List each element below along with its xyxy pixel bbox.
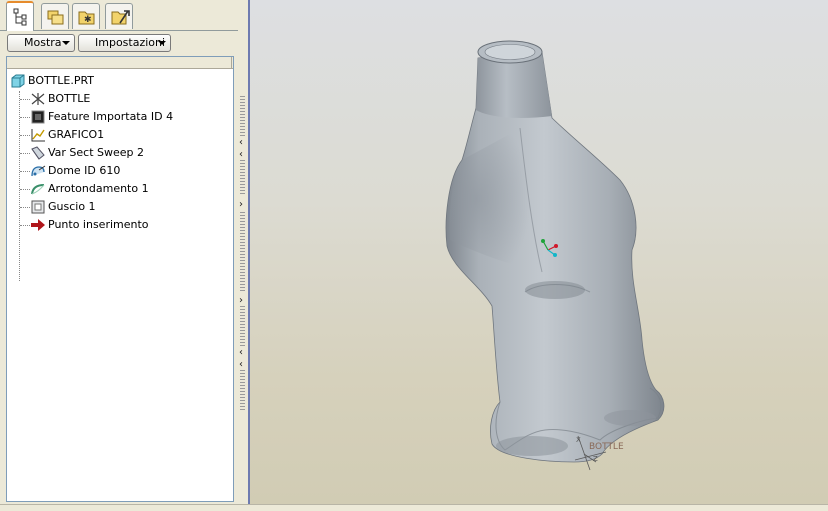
chevron-down-icon xyxy=(62,41,70,45)
tab-folder-browser[interactable] xyxy=(41,3,69,29)
graphics-viewport[interactable]: X Z BOTTLE xyxy=(250,0,828,504)
tree-item-label: Feature Importata ID 4 xyxy=(48,110,174,123)
splitter-grip xyxy=(240,96,245,136)
tree-item-label: BOTTLE xyxy=(48,92,91,105)
folder-browser-icon xyxy=(47,10,64,25)
tree-root-label: BOTTLE.PRT xyxy=(28,74,95,87)
collapse-left-icon[interactable]: ‹ xyxy=(239,360,243,370)
collapse-left-icon[interactable]: ‹ xyxy=(239,138,243,148)
tree-connector xyxy=(19,91,20,281)
csys-label: BOTTLE xyxy=(589,442,624,452)
bottle-body[interactable] xyxy=(445,51,665,463)
chevron-down-icon xyxy=(158,41,166,45)
insert-here-arrow-icon xyxy=(31,219,45,231)
splitter-grip xyxy=(240,306,245,346)
tab-favorites[interactable]: ✱ xyxy=(72,3,100,29)
connections-icon xyxy=(111,10,130,25)
coordinate-system-icon xyxy=(31,93,45,105)
part-icon xyxy=(11,74,25,88)
navigator-panel: ✱ Mostra Impostazioni BOTTLE.PRT BOTTLE … xyxy=(0,0,238,510)
splitter-grip xyxy=(240,212,245,292)
collapse-left-icon[interactable]: ‹ xyxy=(239,348,243,358)
graph-icon xyxy=(31,129,45,142)
splitter-grip xyxy=(240,370,245,410)
collapse-left-icon[interactable]: ‹ xyxy=(239,150,243,160)
show-menu-button[interactable]: Mostra xyxy=(7,34,75,52)
tree-column-header xyxy=(7,57,233,69)
tab-connections[interactable] xyxy=(105,3,133,29)
model-tree-icon xyxy=(13,8,27,26)
navigator-tabbar: ✱ xyxy=(0,0,238,31)
dome-icon xyxy=(31,165,46,177)
tree-item-label: Var Sect Sweep 2 xyxy=(48,146,145,159)
model-tree: BOTTLE.PRT BOTTLE Feature Importata ID 4 xyxy=(6,56,234,502)
settings-menu-label: Impostazioni xyxy=(95,36,166,49)
splitter-grip xyxy=(240,160,245,196)
tree-item-label: Punto inserimento xyxy=(48,218,149,231)
imported-feature-icon xyxy=(31,110,45,124)
svg-text:Z: Z xyxy=(593,455,598,463)
favorites-folder-icon: ✱ xyxy=(78,11,95,25)
sweep-icon xyxy=(31,146,45,160)
shell-icon xyxy=(31,200,45,214)
bottle-model[interactable]: X Z BOTTLE xyxy=(250,0,828,504)
tree-item-label: GRAFICO1 xyxy=(48,128,105,141)
expand-right-icon[interactable]: › xyxy=(239,296,243,306)
svg-text:X: X xyxy=(576,436,581,444)
round-icon xyxy=(31,184,45,195)
show-menu-label: Mostra xyxy=(24,36,62,49)
panel-splitter[interactable]: ‹ ‹ › › ‹ ‹ xyxy=(238,0,248,510)
expand-right-icon[interactable]: › xyxy=(239,200,243,210)
settings-menu-button[interactable]: Impostazioni xyxy=(78,34,171,52)
tree-item-label: Dome ID 610 xyxy=(48,164,121,177)
tree-item-label: Arrotondamento 1 xyxy=(48,182,149,195)
svg-text:✱: ✱ xyxy=(84,15,92,25)
tree-item-label: Guscio 1 xyxy=(48,200,96,213)
tab-model-tree[interactable] xyxy=(6,1,34,31)
